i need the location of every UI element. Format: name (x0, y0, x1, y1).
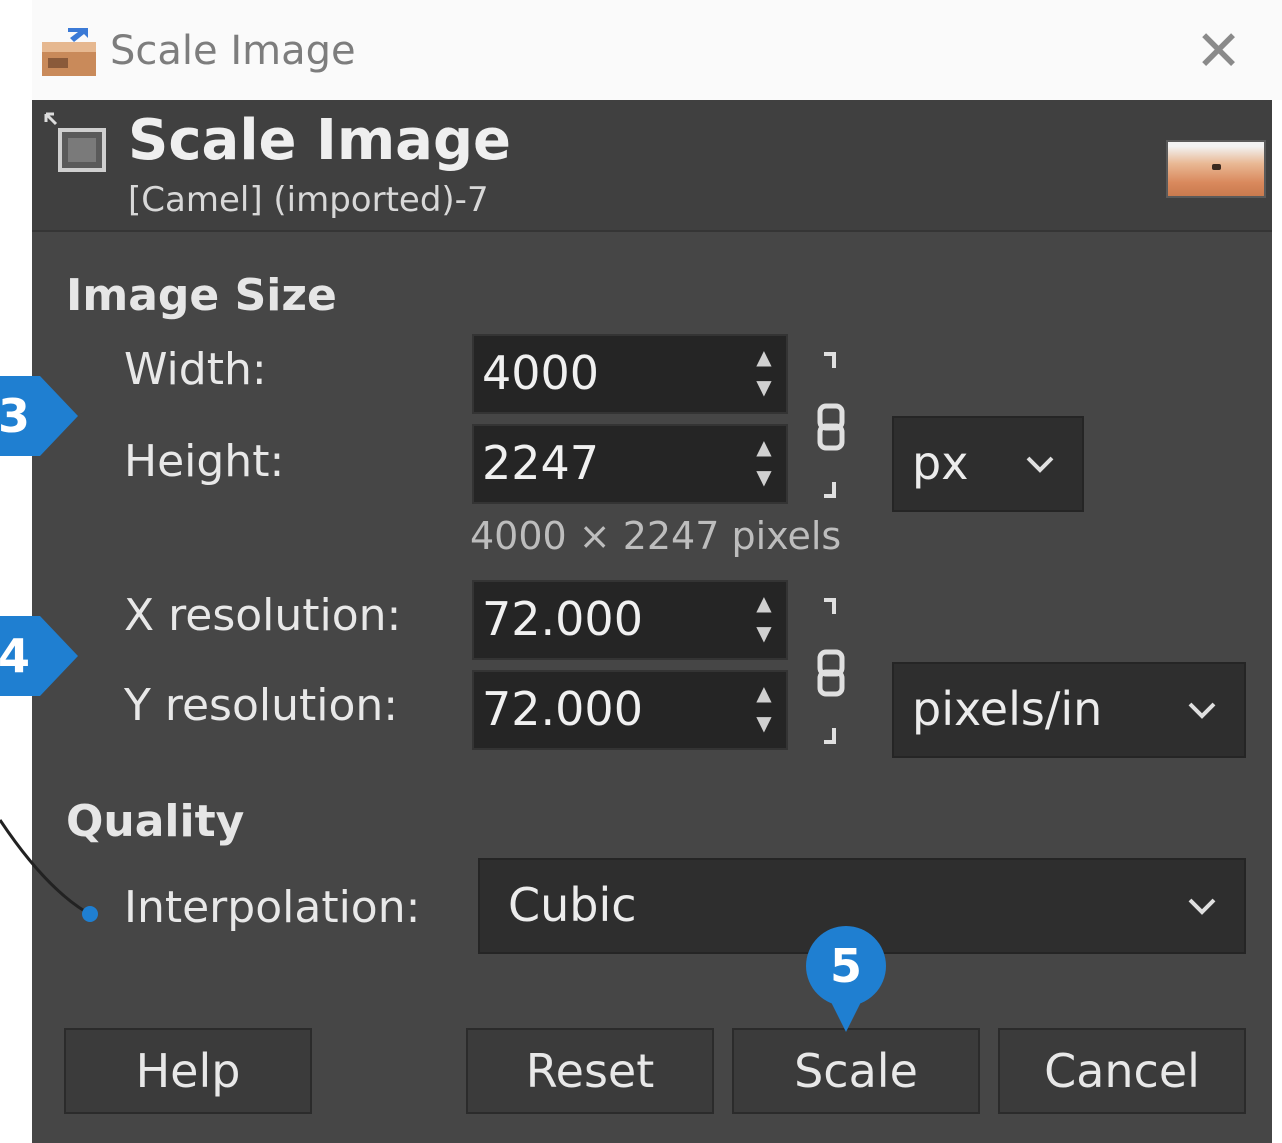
chain-link-icon[interactable] (810, 346, 850, 506)
step-marker-5: 5 (806, 926, 886, 1032)
height-spinner[interactable]: 2247 ▲ ▼ (472, 424, 788, 504)
scale-image-app-icon (42, 28, 96, 76)
interpolation-value: Cubic (508, 878, 637, 932)
dialog-title: Scale Image (128, 108, 512, 173)
chevron-down-icon (1188, 898, 1216, 915)
width-value[interactable]: 4000 (482, 346, 599, 400)
width-spinner[interactable]: 4000 ▲ ▼ (472, 334, 788, 414)
dialog-header: Scale Image [Camel] (imported)-7 (32, 100, 1272, 232)
step-number: 3 (0, 389, 30, 443)
x-resolution-stepper-arrows[interactable]: ▲ ▼ (750, 588, 778, 654)
scale-image-dialog: Scale Image [Camel] (imported)-7 Image S… (32, 100, 1272, 1143)
window-title: Scale Image (110, 28, 356, 74)
x-resolution-value[interactable]: 72.000 (482, 592, 643, 646)
size-unit-select[interactable]: px (892, 416, 1084, 512)
height-stepper-arrows[interactable]: ▲ ▼ (750, 432, 778, 498)
image-size-heading: Image Size (66, 270, 337, 321)
interpolation-label: Interpolation: (124, 882, 421, 933)
step-marker-3: 3 (0, 376, 78, 456)
resolution-unit-value: pixels/in (912, 682, 1103, 736)
size-unit-value: px (912, 436, 969, 490)
pixel-dimensions-info: 4000 × 2247 pixels (470, 514, 842, 558)
chevron-down-icon (1188, 702, 1216, 719)
height-value[interactable]: 2247 (482, 436, 599, 490)
callout-pointer-line (0, 819, 98, 922)
reset-button[interactable]: Reset (466, 1028, 714, 1114)
chevron-down-icon (1026, 456, 1054, 473)
step-number: 4 (0, 629, 30, 683)
close-icon[interactable]: ✕ (1195, 24, 1242, 80)
height-label: Height: (124, 436, 285, 487)
resolution-unit-select[interactable]: pixels/in (892, 662, 1246, 758)
step-number: 5 (829, 939, 862, 993)
width-stepper-arrows[interactable]: ▲ ▼ (750, 342, 778, 408)
width-label: Width: (124, 344, 267, 395)
dialog-subtitle: [Camel] (imported)-7 (128, 180, 489, 220)
x-resolution-spinner[interactable]: 72.000 ▲ ▼ (472, 580, 788, 660)
y-resolution-value[interactable]: 72.000 (482, 682, 643, 736)
y-resolution-spinner[interactable]: 72.000 ▲ ▼ (472, 670, 788, 750)
scale-image-icon (44, 112, 106, 172)
resolution-chain-link-icon[interactable] (810, 592, 850, 752)
cancel-button[interactable]: Cancel (998, 1028, 1246, 1114)
image-thumbnail (1166, 140, 1266, 198)
y-resolution-stepper-arrows[interactable]: ▲ ▼ (750, 678, 778, 744)
scale-button[interactable]: Scale (732, 1028, 980, 1114)
window-titlebar: Scale Image ✕ (32, 0, 1282, 100)
x-resolution-label: X resolution: (124, 590, 402, 641)
y-resolution-label: Y resolution: (124, 680, 399, 731)
step-marker-4: 4 (0, 616, 78, 696)
help-button[interactable]: Help (64, 1028, 312, 1114)
